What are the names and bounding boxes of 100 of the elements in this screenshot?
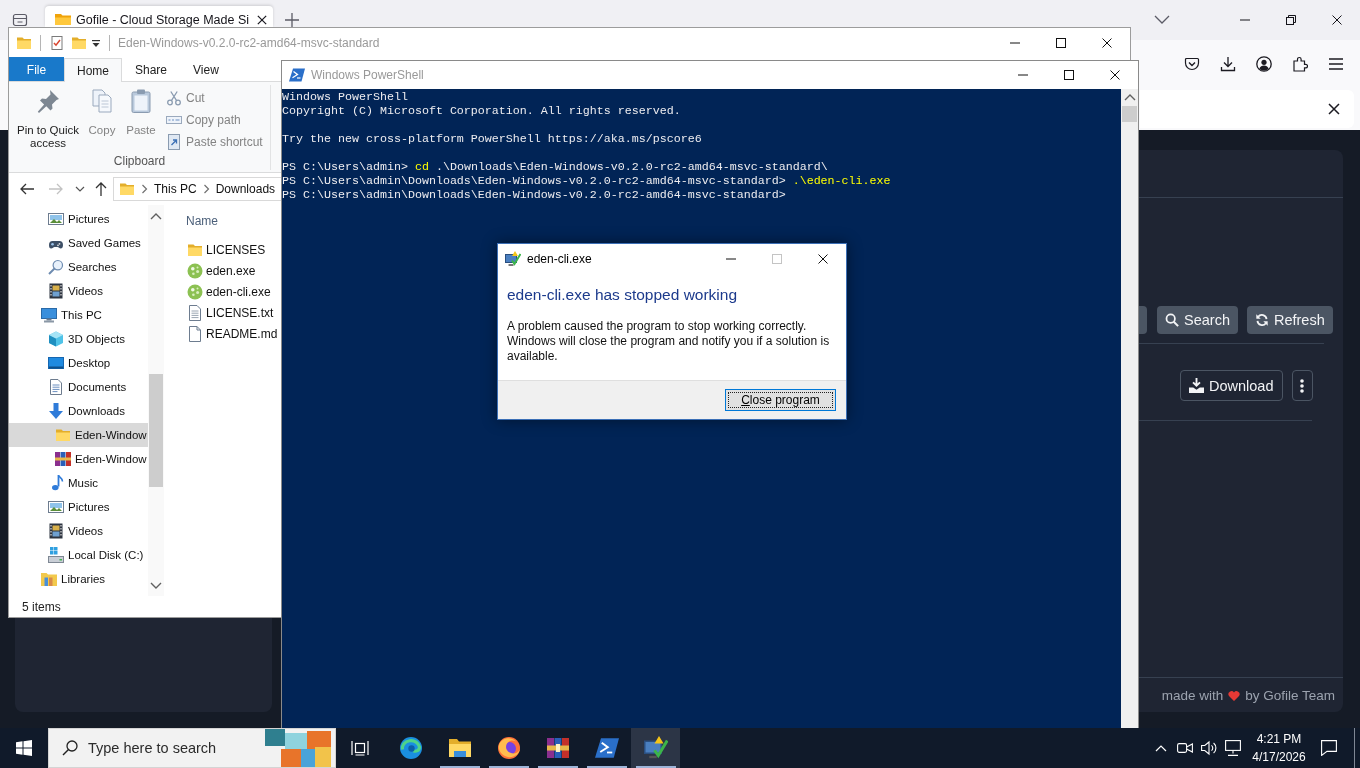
file-item[interactable]: eden-cli.exe xyxy=(172,281,281,302)
ribbon-tab[interactable]: Home xyxy=(64,58,122,82)
file-item[interactable]: LICENSES xyxy=(172,239,281,260)
pin-icon xyxy=(36,89,60,113)
close-program-button[interactable]: Close program xyxy=(725,389,836,411)
swoosh-globe-icon xyxy=(496,736,521,760)
back-icon[interactable] xyxy=(19,181,35,197)
tree-item[interactable]: Searches xyxy=(9,255,148,279)
error-heading: eden-cli.exe has stopped working xyxy=(507,285,739,305)
scissors-icon xyxy=(166,90,182,106)
clipboard-icon xyxy=(129,89,153,113)
window-title: eden-cli.exe xyxy=(527,251,592,266)
restore-icon[interactable] xyxy=(1286,15,1296,25)
more-button[interactable] xyxy=(1291,370,1313,401)
tree-item[interactable]: Pictures xyxy=(9,207,148,231)
caret-icon[interactable] xyxy=(91,37,101,48)
tree-item[interactable]: Eden-Window xyxy=(9,447,148,471)
ribbon-tab[interactable]: View xyxy=(180,57,232,81)
camera-icon[interactable] xyxy=(1177,740,1193,756)
browser-tab[interactable]: Gofile - Cloud Storage Made Si xyxy=(45,6,273,27)
tree-item[interactable]: Desktop xyxy=(9,351,148,375)
ribbon-button[interactable]: Pin to Quick access xyxy=(14,85,82,153)
tree-item[interactable]: Music xyxy=(9,471,148,495)
notifications-icon[interactable] xyxy=(1321,740,1337,756)
terminal-icon xyxy=(594,736,619,760)
console-text: Windows PowerShell xyxy=(282,90,408,104)
tree-item[interactable]: Pictures xyxy=(9,495,148,519)
download-button[interactable]: Download xyxy=(1180,370,1283,401)
file-item[interactable]: eden.exe xyxy=(172,260,281,281)
command-text: .\eden-cli.exe xyxy=(792,174,891,188)
address-bar[interactable]: This PC Downloads xyxy=(113,177,281,201)
scrollbar[interactable] xyxy=(1121,89,1138,728)
tree-item[interactable]: Eden-Window xyxy=(9,423,148,447)
menu-icon[interactable] xyxy=(1328,56,1344,72)
tile-mosaic-icon xyxy=(265,729,331,767)
breadcrumb[interactable]: Downloads xyxy=(215,182,276,196)
command-text: cd xyxy=(414,160,429,174)
taskbar-button[interactable] xyxy=(631,728,680,768)
heart-icon xyxy=(1228,689,1241,701)
scrollbar[interactable] xyxy=(148,205,164,596)
maximize-icon[interactable] xyxy=(1064,70,1074,80)
chevron-up-icon[interactable] xyxy=(1155,743,1167,753)
volume-icon[interactable] xyxy=(1201,740,1217,756)
ribbon-tab[interactable]: File xyxy=(9,57,64,81)
tree-item[interactable]: 3D Objects xyxy=(9,327,148,351)
shield-chevron-icon[interactable] xyxy=(1184,56,1200,72)
windows-logo-icon xyxy=(16,740,32,756)
account-icon[interactable] xyxy=(1256,56,1272,72)
scroll-up-icon[interactable] xyxy=(1123,92,1136,103)
puzzle-piece-icon[interactable] xyxy=(1292,56,1308,72)
computer-icon xyxy=(41,307,57,323)
download-icon[interactable] xyxy=(1220,56,1236,72)
maximize-icon[interactable] xyxy=(1056,37,1066,48)
checked-document-icon[interactable] xyxy=(49,34,65,51)
ribbon-tab[interactable]: Share xyxy=(122,57,181,81)
chevron-icon[interactable] xyxy=(141,184,148,194)
close-icon[interactable] xyxy=(257,15,267,25)
tree-item[interactable]: Saved Games xyxy=(9,231,148,255)
tree-item[interactable]: This PC xyxy=(9,303,148,327)
picture-icon xyxy=(48,499,64,515)
file-item[interactable]: LICENSE.txt xyxy=(172,302,281,323)
swirl-icon xyxy=(398,736,423,760)
app-icon xyxy=(187,283,203,300)
scrollbar-thumb[interactable] xyxy=(1122,106,1137,122)
tree-item[interactable]: Videos xyxy=(9,279,148,303)
column-header[interactable]: Name xyxy=(186,213,218,228)
close-icon[interactable] xyxy=(818,253,828,264)
clock-date[interactable]: 4/17/2026 xyxy=(1252,748,1306,766)
download-icon xyxy=(1189,378,1204,393)
prompt-text: PS C:\Users\admin\Downloads\Eden-Windows-v0.2.0-rc2-amd64-msvc-standard> xyxy=(282,188,786,202)
caret-icon[interactable] xyxy=(75,184,85,194)
close-icon[interactable] xyxy=(1332,15,1342,25)
status-text: 5 items xyxy=(22,599,61,614)
tree-item[interactable]: Libraries xyxy=(9,567,148,591)
file-item[interactable]: README.md xyxy=(172,323,281,344)
tree-item[interactable]: Videos xyxy=(9,519,148,543)
tree-item[interactable]: Local Disk (C:) xyxy=(9,543,148,567)
folder-icon xyxy=(447,736,472,760)
close-icon[interactable] xyxy=(1110,70,1120,80)
network-icon[interactable] xyxy=(1225,740,1241,756)
tab-overview-icon[interactable] xyxy=(12,12,28,28)
app-icon xyxy=(187,262,203,279)
close-icon[interactable] xyxy=(1328,103,1340,115)
tree-item[interactable]: Downloads xyxy=(9,399,148,423)
up-icon[interactable] xyxy=(93,181,109,197)
close-icon[interactable] xyxy=(1102,37,1112,48)
scroll-down-icon[interactable] xyxy=(150,580,162,591)
task-view-icon xyxy=(351,740,369,756)
breadcrumb[interactable]: This PC xyxy=(154,182,197,196)
new-tab-icon[interactable] xyxy=(284,12,300,28)
scroll-up-icon[interactable] xyxy=(150,211,162,222)
chevron-icon[interactable] xyxy=(202,184,210,194)
scrollbar-thumb[interactable] xyxy=(149,374,163,487)
clock-time[interactable]: 4:21 PM xyxy=(1256,730,1302,748)
library-folder-icon xyxy=(41,571,57,587)
prompt-text: PS C:\Users\admin\Downloads\Eden-Windows-v0.2.0-rc2-amd64-msvc-standard> xyxy=(282,174,786,188)
desktop-icon xyxy=(48,355,64,371)
tree-item[interactable]: Documents xyxy=(9,375,148,399)
refresh-button[interactable]: Refresh xyxy=(1246,306,1333,334)
search-button[interactable]: Search xyxy=(1157,306,1238,334)
